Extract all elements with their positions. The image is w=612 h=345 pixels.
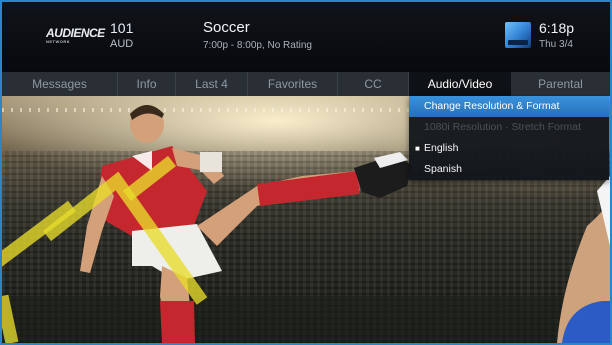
menu-item-label: Change Resolution & Format xyxy=(424,100,560,112)
menu-item-label: 1080i Resolution · Stretch Format xyxy=(424,121,581,133)
tab-info[interactable]: Info xyxy=(118,72,176,96)
menu-item-current-resolution: 1080i Resolution · Stretch Format xyxy=(409,117,609,138)
menu-item-english[interactable]: ■ English xyxy=(409,138,609,159)
channel-info-header: AUDIENCE NETWORK 101 AUD Soccer 7:00p - … xyxy=(2,2,610,72)
clock-date: Thu 3/4 xyxy=(539,39,573,50)
tab-audio-video[interactable]: Audio/Video xyxy=(409,72,511,96)
audio-video-menu: Change Resolution & Format 1080i Resolut… xyxy=(409,96,609,180)
tab-messages[interactable]: Messages xyxy=(2,72,118,96)
network-logo: AUDIENCE NETWORK xyxy=(46,26,105,44)
tab-last-4[interactable]: Last 4 xyxy=(176,72,248,96)
network-logo-text: AUDIENCE xyxy=(46,26,105,40)
program-title: Soccer xyxy=(203,19,250,36)
menu-item-label: Spanish xyxy=(424,163,462,175)
tv-screen: AUDIENCE NETWORK 101 AUD Soccer 7:00p - … xyxy=(0,0,612,345)
clock-time: 6:18p xyxy=(539,20,575,36)
menu-item-change-resolution-format[interactable]: Change Resolution & Format xyxy=(409,96,609,117)
channel-callsign: AUD xyxy=(110,38,134,50)
checked-bullet-icon: ■ xyxy=(415,144,420,153)
tab-favorites[interactable]: Favorites xyxy=(248,72,338,96)
tab-parental[interactable]: Parental xyxy=(511,72,610,96)
tab-cc[interactable]: CC xyxy=(338,72,409,96)
channel-number: 101 xyxy=(110,20,134,36)
program-details: 7:00p - 8:00p, No Rating xyxy=(203,40,312,51)
menu-item-spanish[interactable]: Spanish xyxy=(409,159,609,180)
directv-logo-icon xyxy=(505,22,531,48)
guide-tab-bar: Messages Info Last 4 Favorites CC Audio/… xyxy=(2,72,610,96)
menu-item-label: English xyxy=(424,142,459,154)
